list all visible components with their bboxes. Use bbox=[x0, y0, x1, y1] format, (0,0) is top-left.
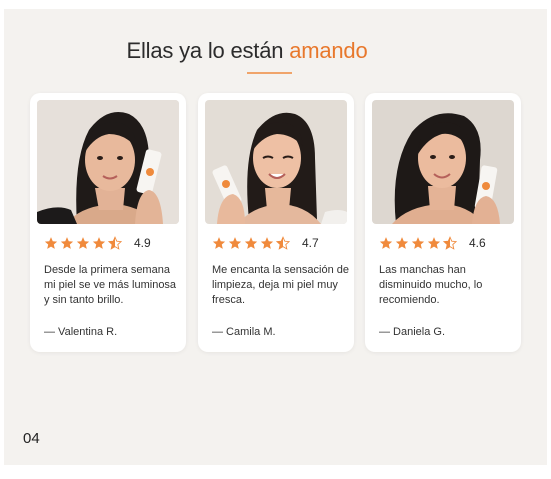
page-number: 04 bbox=[23, 430, 40, 447]
section-title: Ellas ya lo están amando bbox=[4, 38, 490, 64]
review-author: — Daniela G. bbox=[379, 326, 446, 338]
star-icon bbox=[379, 237, 393, 249]
star-icon bbox=[60, 237, 74, 249]
rating-value: 4.9 bbox=[134, 236, 151, 250]
title-underline bbox=[247, 72, 292, 74]
review-text: Me encanta la sensación de limpieza, dej… bbox=[212, 264, 349, 306]
star-icon bbox=[76, 237, 90, 249]
customer-photo bbox=[37, 100, 179, 224]
star-icon bbox=[228, 237, 242, 249]
title-text: Ellas ya lo están bbox=[126, 38, 284, 63]
star-icon bbox=[260, 237, 274, 249]
rating-row: 4.7 bbox=[212, 236, 342, 250]
review-text: Las manchas han disminuido mucho, lo rec… bbox=[379, 264, 483, 306]
review-text: Desde la primera semana mi piel se ve má… bbox=[44, 264, 177, 306]
half-star-icon bbox=[108, 236, 122, 250]
half-star-icon bbox=[443, 236, 457, 250]
review-author: — Valentina R. bbox=[44, 326, 118, 338]
title-accent: amando bbox=[289, 38, 368, 63]
star-icon bbox=[411, 237, 425, 249]
rating-value: 4.7 bbox=[302, 236, 319, 250]
testimonial-card: 4.7 Me encanta la sensación de limpieza,… bbox=[198, 93, 354, 352]
testimonial-card: 4.9 Desde la primera semana mi piel se v… bbox=[30, 93, 186, 352]
star-icon bbox=[92, 237, 106, 249]
customer-photo bbox=[372, 100, 514, 224]
star-icon bbox=[244, 237, 258, 249]
review-author: — Camila M. bbox=[212, 326, 276, 338]
rating-value: 4.6 bbox=[469, 236, 486, 250]
star-icon bbox=[44, 237, 58, 249]
star-icon bbox=[427, 237, 441, 249]
testimonials-slide: Ellas ya lo están amando 4.9 Desde la pr… bbox=[4, 9, 547, 465]
star-icon bbox=[212, 237, 226, 249]
half-star-icon bbox=[276, 236, 290, 250]
customer-photo bbox=[205, 100, 347, 224]
star-icon bbox=[395, 237, 409, 249]
rating-row: 4.9 bbox=[44, 236, 174, 250]
rating-row: 4.6 bbox=[379, 236, 509, 250]
testimonial-card: 4.6 Las manchas han disminuido mucho, lo… bbox=[365, 93, 521, 352]
